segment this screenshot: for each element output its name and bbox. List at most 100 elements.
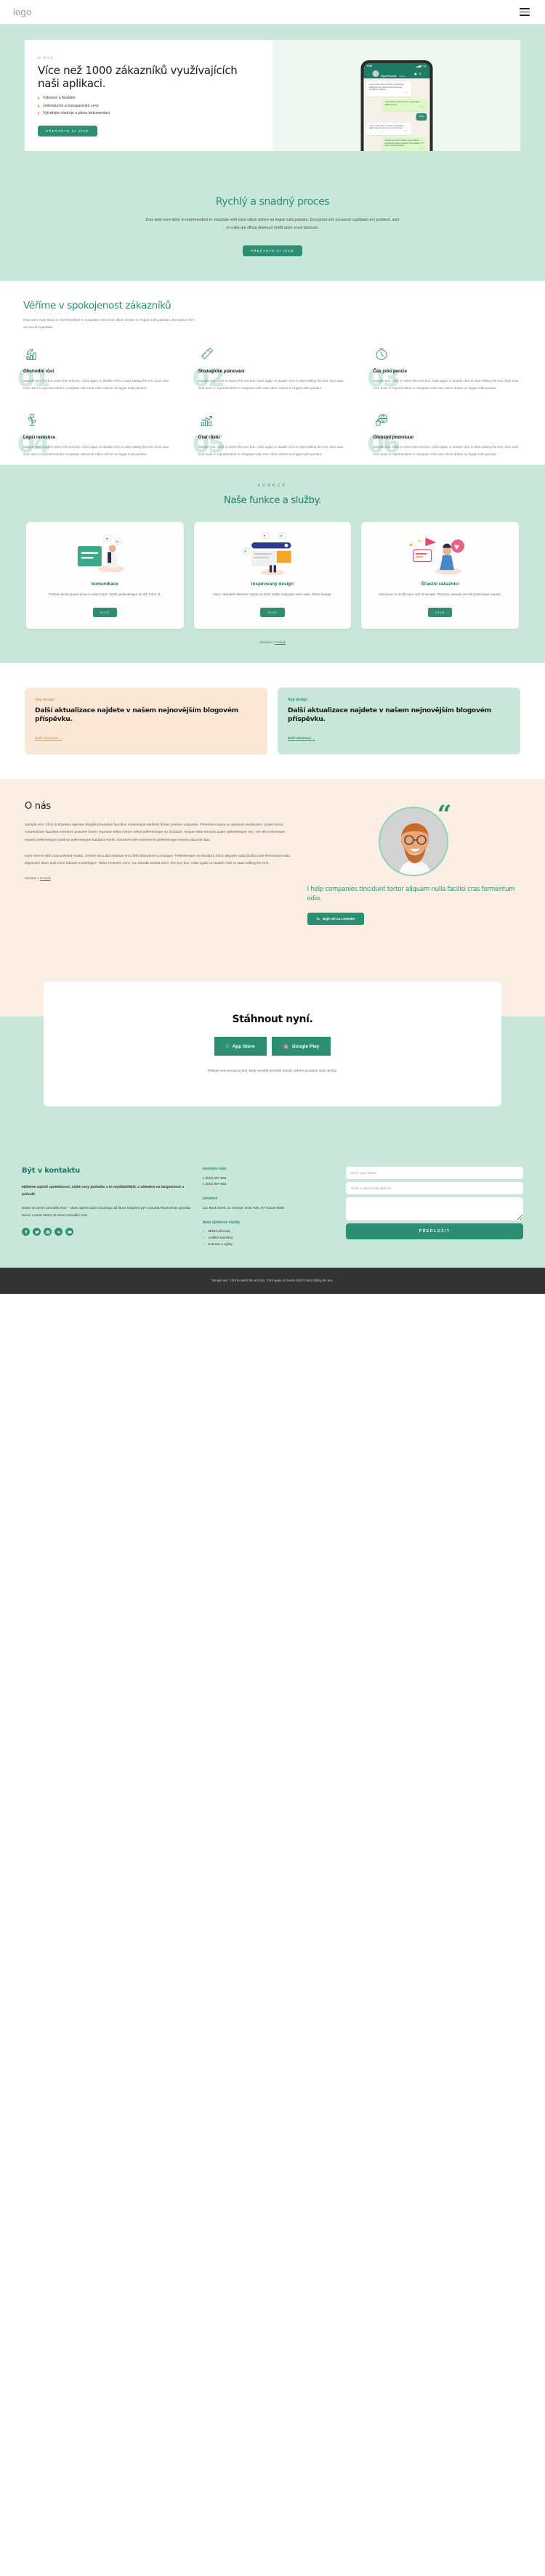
image-credit-link[interactable]: Freepik — [275, 640, 286, 644]
footer-location-heading: umístění — [202, 1197, 218, 1202]
footer-title: Být v kontaktu — [22, 1166, 81, 1175]
feature-text: Sample text. Click to select the text bo… — [23, 379, 169, 390]
google-play-button[interactable]: 🤖 Google Play — [271, 1037, 331, 1056]
svg-text:#: # — [280, 534, 283, 539]
funkce-title: Naše funkce a služby. — [224, 495, 321, 507]
name-input[interactable] — [346, 1166, 523, 1179]
social-links — [22, 1228, 191, 1236]
message-textarea[interactable] — [346, 1197, 523, 1220]
hero-text-panel: O NÁS Více než 1000 zákazníků využívajíc… — [25, 40, 272, 151]
hero-cta-button[interactable]: PŘEČTĚTE SI VÍCE — [38, 126, 97, 136]
chat-bubble: Lorem ipsum dolor sit amet, consectetur … — [382, 98, 427, 112]
check-icon: ✓ — [202, 1242, 206, 1246]
service-card-button[interactable]: VÍCE — [260, 608, 285, 618]
feature-text: Sample text. Click to select the text bo… — [23, 445, 169, 456]
instagram-icon[interactable] — [44, 1228, 52, 1236]
blog-tag: App design — [288, 698, 308, 703]
happy-customers-illustration: ♥ — [368, 529, 512, 577]
app-store-button[interactable]:  App Store — [214, 1037, 267, 1056]
beliefs-section: Věříme v spokojenost zákazníků Duis aute… — [0, 281, 545, 465]
list-item: Jednoduché a transparentní ceny — [38, 104, 257, 108]
blog-banner[interactable]: App design Další aktualizace najdete v n… — [278, 688, 520, 754]
footer-body: Etiam sit amet convallis erat – class ap… — [22, 1206, 191, 1218]
hero-bullet-label: Jednoduché a transparentní ceny — [43, 103, 100, 108]
back-arrow-icon[interactable]: ← — [366, 72, 370, 76]
hamburger-menu-icon[interactable] — [517, 6, 532, 17]
image-credit: Obrázek z Freepik — [25, 876, 291, 880]
chat-bubble-highlight: Good — [416, 113, 427, 121]
blog-tag: App design — [35, 698, 55, 703]
blog-title: Další aktualizace najdete v našem nejnov… — [35, 706, 238, 723]
phone-link[interactable]: 1 (234) 567-891 — [203, 1176, 227, 1180]
bottom-bar-text: Sample text. Click to select the text bo… — [211, 1278, 334, 1282]
phone-link[interactable]: 1 (234) 987-654 — [203, 1182, 227, 1186]
service-card-button[interactable]: VÍCE — [92, 608, 117, 618]
facebook-icon[interactable] — [22, 1228, 30, 1236]
download-title: Stáhnout nyní. — [232, 1014, 313, 1026]
twitter-icon[interactable] — [33, 1228, 41, 1236]
video-call-icon[interactable]: ▣ — [414, 72, 417, 76]
beliefs-title: Věříme v spokojenost zákazníků — [23, 300, 171, 312]
phone-contact-name: Your Friend — [381, 74, 397, 78]
image-credit-link[interactable]: Freepik — [40, 876, 51, 880]
blog-banner[interactable]: App design Další aktualizace najdete v n… — [25, 688, 267, 754]
download-card: Stáhnout nyní.  App Store 🤖 Google Play… — [44, 982, 501, 1106]
service-label: Exkurze a výlety — [208, 1242, 233, 1247]
footer-phones: 1 (234) 567-891 1 (234) 987-654 — [203, 1175, 335, 1188]
linkedin-cta-button[interactable]: in Najít mě na LinkedIn — [307, 913, 365, 926]
feature-item: 06 Globální podnikání Sample text. Click… — [367, 413, 522, 457]
feature-title: Graf růstu — [198, 435, 220, 441]
bottom-bar: Sample text. Click to select the text bo… — [0, 1267, 545, 1294]
download-section: Stáhnout nyní.  App Store 🤖 Google Play… — [0, 953, 545, 1146]
about-text-column: O nás Sample text. Click to Egestas eges… — [25, 801, 291, 926]
service-card-button[interactable]: VÍCE — [428, 608, 453, 618]
chat-bubble: Lorem ipsum dolor sit amet, consectetur … — [366, 122, 411, 136]
footer-about-column: Být v kontaktu Můžeme zajistit spolehliv… — [22, 1167, 191, 1249]
chat-bubble: Lorem ipsum dolor sit amet, consectetur … — [366, 81, 411, 97]
phone-status-time: 9:45 — [367, 65, 372, 68]
service-label: Místní převody — [208, 1229, 230, 1234]
about-section: O nás Sample text. Click to Egestas eges… — [0, 778, 545, 953]
feature-text: Sample text. Click to select the text bo… — [373, 445, 519, 456]
feature-title: Globální podnikání — [373, 435, 414, 441]
feature-text: Sample text. Click to select the text bo… — [198, 379, 344, 390]
process-cta-button[interactable]: PŘEČTĚTE SI VÍCE — [243, 245, 302, 257]
service-card-text: Pretium lectus quam id leo in vitae turp… — [49, 592, 161, 597]
footer-lead: Můžeme zajistit spolehlivost, nízké ceny… — [22, 1186, 184, 1197]
footer-contact-form: PŘEDLOŽIT — [346, 1166, 523, 1249]
submit-button[interactable]: PŘEDLOŽIT — [346, 1223, 523, 1239]
vk-icon[interactable] — [54, 1228, 62, 1236]
communication-illustration: ♥ ✉ — [33, 529, 177, 577]
download-note: Přidejte sem pomocný text, který vysvětl… — [207, 1069, 338, 1073]
funkce-eyebrow: FUNKCE — [257, 484, 288, 489]
linkedin-cta-label: Najít mě na LinkedIn — [322, 917, 355, 921]
feature-title: Lepší investice — [23, 435, 56, 441]
service-card: ♥ Šťastní zákazníci Nisl purus in mollis… — [361, 522, 520, 629]
phone-contact-status: Online — [399, 74, 405, 78]
svg-text:#: # — [244, 550, 246, 554]
phone-mockup: 9:45 ▂▄▆ ᯤ ▮ ← Your Friend Online ▣ ✆ ⋮ … — [360, 60, 432, 151]
image-credit-prefix: Obrázek z — [25, 876, 41, 881]
chat-text: Lorem ipsum dolor sit amet, consectetur … — [384, 100, 420, 106]
page-root: logo O NÁS Více než 1000 zákazníků využí… — [0, 0, 545, 1294]
chat-time: 11:24 — [404, 131, 408, 133]
more-options-icon[interactable]: ⋮ — [424, 72, 427, 76]
email-input[interactable] — [346, 1181, 523, 1194]
hero-title: Více než 1000 zákazníků využívajících na… — [38, 64, 238, 90]
hero-eyebrow: O NÁS — [38, 56, 54, 60]
funkce-section: FUNKCE Naše funkce a služby. ♥ ✉ komunik… — [0, 465, 545, 664]
process-body: Duis aute irure dolor in reprehenderit i… — [145, 218, 400, 231]
pencil-ruler-icon — [200, 347, 214, 362]
list-item: ✓ Letištní transfery — [203, 1236, 335, 1240]
triangle-bullet-icon — [38, 112, 40, 115]
feature-item: 05 Graf růstu Sample text. Click to sele… — [193, 413, 347, 457]
site-logo[interactable]: logo — [13, 7, 31, 17]
hero-bullet-label: Výkonné a flexibilní — [43, 96, 76, 100]
blog-more-link[interactable]: Další informace → — [288, 736, 315, 740]
youtube-icon[interactable] — [65, 1228, 73, 1236]
app-store-label: App Store — [230, 1043, 255, 1049]
blog-more-link[interactable]: Další informace → — [35, 736, 62, 740]
svg-text:♥: ♥ — [454, 543, 459, 552]
money-plant-icon — [25, 413, 39, 428]
phone-call-icon[interactable]: ✆ — [419, 72, 421, 76]
